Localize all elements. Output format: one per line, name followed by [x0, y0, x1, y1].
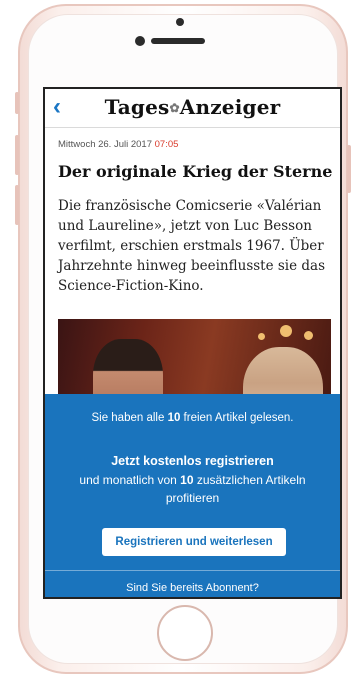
paywall-offer-text: und monatlich von 10 zusätzlichen Artike…: [79, 473, 306, 505]
proximity-sensor: [176, 18, 184, 26]
subscriber-login-link[interactable]: Sind Sie bereits Abonnent?: [45, 582, 340, 594]
brand-logo[interactable]: Tages✿Anzeiger: [45, 95, 340, 119]
bokeh-light: [280, 325, 292, 337]
phone-screen: ‹ Tages✿Anzeiger Mittwoch 26. Juli 2017 …: [43, 87, 342, 599]
paywall-overlay: Sie haben alle 10 freien Artikel gelesen…: [45, 394, 340, 597]
app-header: ‹ Tages✿Anzeiger: [45, 89, 340, 128]
image-figure-right: [243, 347, 323, 399]
article-date: Mittwoch 26. Juli 2017: [58, 139, 152, 150]
bokeh-light: [258, 333, 265, 340]
image-figure-left: [93, 339, 163, 399]
article-title: Der originale Krieg der Sterne: [58, 162, 333, 181]
brand-ornament-icon: ✿: [169, 101, 180, 115]
register-button[interactable]: Registrieren und weiterlesen: [102, 528, 286, 556]
article-lead: Die französische Comicserie «Valérian un…: [58, 198, 326, 294]
volume-down-button: [15, 185, 19, 225]
paywall-divider: [45, 570, 340, 571]
paywall-headline: Jetzt kostenlos registrieren: [111, 454, 274, 468]
front-camera: [135, 36, 145, 46]
bokeh-light: [304, 331, 313, 340]
paywall-limit-text: Sie haben alle 10 freien Artikel gelesen…: [91, 412, 294, 424]
power-button: [347, 145, 351, 193]
article-image: [58, 319, 331, 399]
volume-up-button: [15, 135, 19, 175]
mute-switch: [15, 92, 19, 114]
home-button[interactable]: [157, 605, 213, 661]
article-time: 07:05: [154, 139, 179, 150]
earpiece-speaker: [151, 38, 205, 44]
article-dateline: Mittwoch 26. Juli 2017 07:05: [58, 139, 178, 150]
